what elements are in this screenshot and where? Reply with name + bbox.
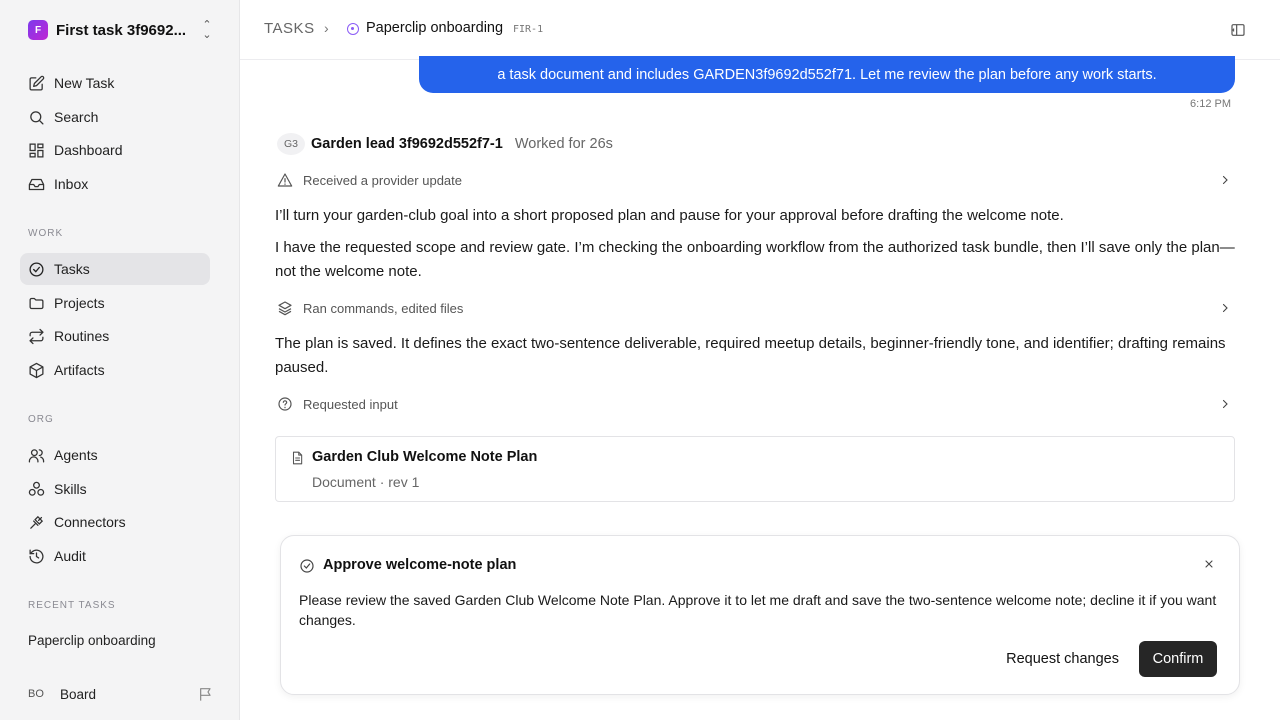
board-name: Board [60, 686, 97, 702]
nav-agents[interactable]: Agents [20, 439, 210, 471]
approval-body: Please review the saved Garden Club Welc… [299, 592, 1217, 628]
nav-audit-label: Audit [54, 548, 86, 564]
nav-agents-label: Agents [54, 447, 98, 463]
edit-icon [29, 75, 45, 91]
workspace-logo: F [28, 20, 48, 40]
nav-search-label: Search [54, 109, 99, 125]
nav-tasks[interactable]: Tasks [20, 253, 210, 285]
close-icon[interactable] [1203, 558, 1215, 570]
header: TASKS › Paperclip onboarding FIR-1 [240, 0, 1280, 60]
chevron-right-icon [1222, 303, 1228, 313]
document-icon [292, 451, 303, 465]
approval-card: Approve welcome-note plan Please review … [280, 535, 1240, 695]
nav-projects-label: Projects [54, 295, 105, 311]
breadcrumb-tasks[interactable]: TASKS [264, 20, 315, 37]
agent-header: G3 Garden lead 3f9692d552f7-1 Worked for… [277, 133, 613, 155]
nav-dashboard-label: Dashboard [54, 142, 123, 158]
section-work-label: WORK [28, 228, 64, 239]
nav-routines-label: Routines [54, 328, 110, 344]
repeat-icon [29, 328, 44, 344]
plug-icon [30, 515, 44, 529]
section-org-label: ORG [28, 414, 54, 425]
user-message-bubble: a task document and includes GARDEN3f969… [419, 56, 1235, 93]
nav-new-task-label: New Task [54, 75, 115, 91]
activity-label: Requested input [303, 396, 398, 412]
activity-requested-input[interactable]: Requested input [277, 392, 1235, 416]
chevron-right-icon: › [324, 20, 329, 36]
status-circle-icon[interactable] [347, 23, 359, 35]
nav-projects[interactable]: Projects [20, 287, 210, 319]
users-icon [28, 448, 45, 463]
document-meta: Document · rev 1 [312, 474, 420, 490]
agent-name: Garden lead 3f9692d552f7-1 [311, 136, 503, 152]
inbox-icon [28, 178, 45, 190]
nav-artifacts[interactable]: Artifacts [20, 354, 210, 386]
task-id: FIR-1 [513, 24, 544, 35]
nav-skills-label: Skills [54, 481, 87, 497]
document-title: Garden Club Welcome Note Plan [312, 449, 538, 465]
chevron-up-down-icon: ⌃ ⌄ [202, 19, 212, 41]
check-circle-icon [29, 261, 44, 277]
nav-new-task[interactable]: New Task [20, 67, 210, 99]
document-card[interactable]: Garden Club Welcome Note Plan Document ·… [275, 436, 1235, 502]
activity-label: Received a provider update [303, 172, 462, 188]
panel-toggle-icon[interactable] [1230, 22, 1246, 38]
avatar: BO [28, 688, 44, 700]
nav-inbox-label: Inbox [54, 176, 89, 192]
nav-routines[interactable]: Routines [20, 320, 210, 352]
help-circle-icon [278, 397, 292, 411]
activity-provider-update[interactable]: Received a provider update [277, 168, 1235, 192]
approval-title: Approve welcome-note plan [323, 557, 517, 573]
nav-connectors[interactable]: Connectors [20, 506, 210, 538]
nav-audit[interactable]: Audit [20, 540, 210, 572]
workspace-name: First task 3f9692... [56, 21, 187, 39]
chevron-right-icon [1222, 175, 1228, 185]
agent-worked-time: Worked for 26s [514, 136, 613, 152]
agent-avatar: G3 [277, 133, 305, 155]
agent-message: The plan is saved. It defines the exact … [275, 335, 1226, 376]
nav-tasks-label: Tasks [54, 261, 90, 277]
agent-message: I have the requested scope and review ga… [275, 239, 1235, 280]
nav-inbox[interactable]: Inbox [20, 168, 210, 200]
nav-search[interactable]: Search [20, 101, 210, 133]
message-timestamp: 6:12 PM [1190, 98, 1231, 110]
nav-connectors-label: Connectors [54, 514, 126, 530]
flag-icon[interactable] [198, 686, 214, 702]
box-icon [29, 362, 44, 378]
history-icon [29, 548, 44, 564]
activity-commands[interactable]: Ran commands, edited files [277, 296, 1235, 320]
recent-task-item[interactable]: Paperclip onboarding [28, 633, 156, 648]
workspace-switcher[interactable]: F First task 3f9692... ⌃ ⌄ [28, 19, 214, 41]
page-title: Paperclip onboarding [366, 20, 504, 36]
chevron-right-icon [1222, 399, 1228, 409]
nav-artifacts-label: Artifacts [54, 362, 105, 378]
request-changes-button[interactable]: Request changes [998, 642, 1127, 676]
section-recent-label: RECENT TASKS [28, 600, 116, 611]
folder-icon [29, 297, 44, 309]
layers-icon [278, 301, 292, 316]
agent-message: I’ll turn your garden-club goal into a s… [275, 207, 1064, 224]
warning-icon [277, 173, 293, 187]
skills-icon [28, 481, 45, 496]
activity-label: Ran commands, edited files [303, 300, 464, 316]
dashboard-icon [29, 142, 44, 158]
nav-skills[interactable]: Skills [20, 473, 210, 505]
check-circle-icon [300, 559, 314, 573]
search-icon [30, 110, 44, 125]
sidebar: F First task 3f9692... ⌃ ⌄ New Task Searc… [0, 0, 240, 720]
nav-dashboard[interactable]: Dashboard [20, 134, 210, 166]
confirm-button[interactable]: Confirm [1139, 641, 1217, 677]
board-row[interactable]: BO Board [28, 683, 214, 705]
